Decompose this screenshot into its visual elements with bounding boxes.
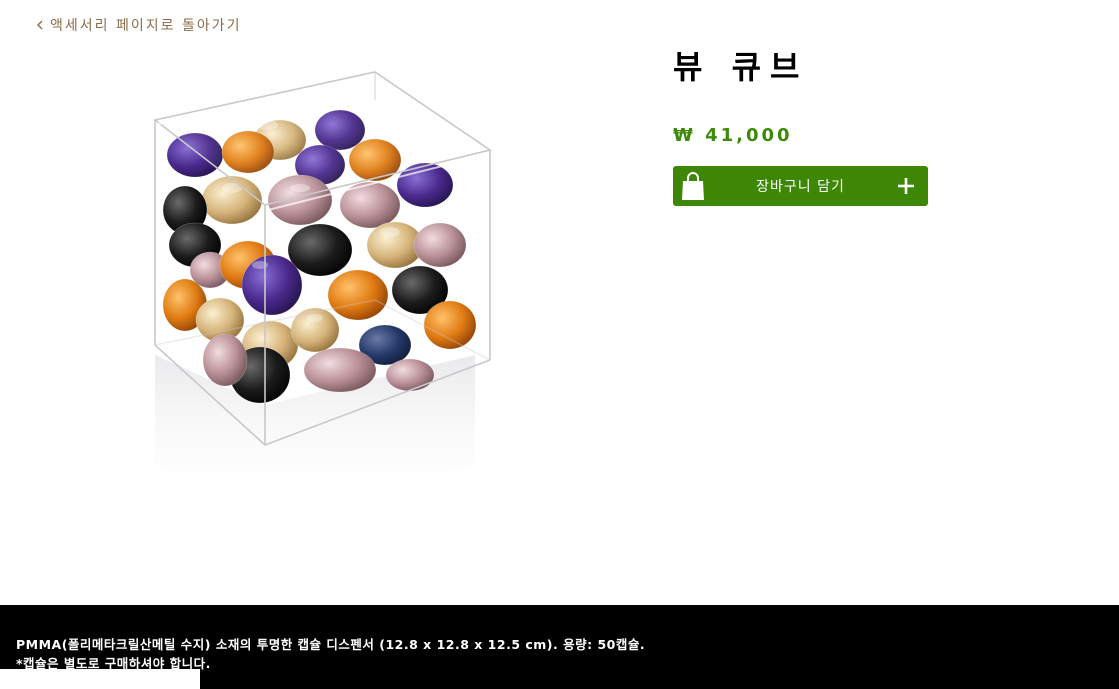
back-to-accessories-link[interactable]: 액세서리 페이지로 돌아가기 — [35, 15, 241, 35]
chevron-left-icon — [37, 20, 43, 30]
shopping-bag-icon — [682, 172, 704, 200]
product-price: ₩ 41,000 — [673, 125, 793, 146]
plus-icon — [898, 178, 914, 194]
product-image — [153, 71, 492, 515]
product-title: 뷰 큐브 — [673, 48, 809, 86]
bottom-overlay-bar — [0, 669, 200, 689]
add-to-cart-label: 장바구니 담기 — [756, 179, 845, 195]
add-to-cart-button[interactable]: 장바구니 담기 — [673, 166, 928, 206]
description-line: PMMA(폴리메타크릴산메틸 수지) 소재의 투명한 캡슐 디스펜서 (12.8… — [16, 637, 646, 652]
back-link-label: 액세서리 페이지로 돌아가기 — [50, 18, 242, 34]
